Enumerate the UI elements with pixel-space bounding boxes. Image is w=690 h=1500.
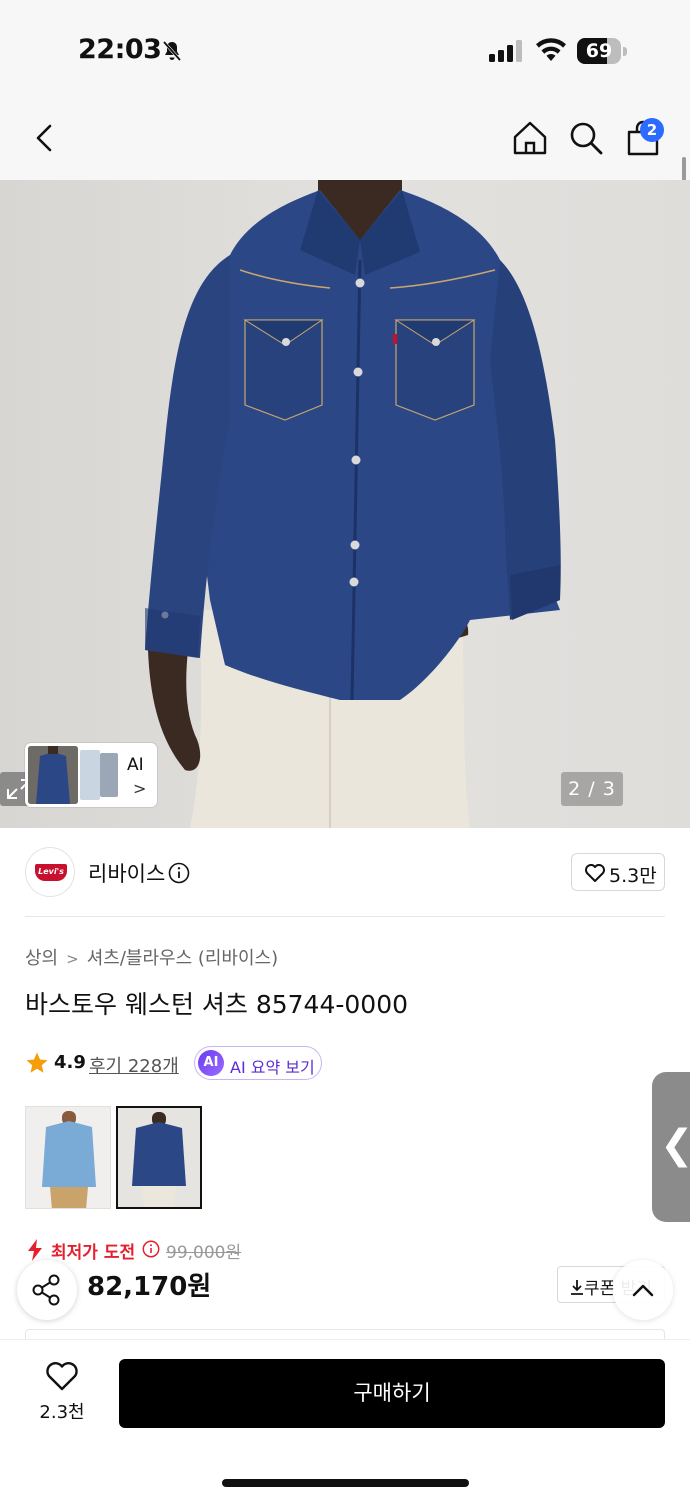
chevron-right-icon: > [133, 779, 147, 798]
brand-like-count: 5.3만 [609, 865, 657, 887]
share-button[interactable] [17, 1260, 77, 1320]
ai-summary-button[interactable]: AI AI 요약 보기 [194, 1046, 322, 1080]
product-photo [145, 180, 561, 828]
wishlist-count: 2.3천 [39, 1402, 85, 1423]
heart-icon[interactable] [45, 1360, 79, 1392]
chevron-left-icon: ❮ [660, 1122, 690, 1168]
content-card-edge [25, 1329, 665, 1339]
chevron-up-icon [632, 1284, 654, 1297]
breadcrumb-subcategory[interactable]: 셔츠/블라우스 (리바이스) [87, 948, 278, 969]
review-count-link[interactable]: 후기 228개 [89, 1052, 179, 1078]
search-icon[interactable] [566, 118, 606, 158]
brand-logo[interactable]: Levi's [25, 847, 75, 897]
breadcrumb: 상의 > 셔츠/블라우스 (리바이스) [25, 944, 278, 970]
cart-count-badge: 2 [640, 118, 664, 142]
ai-icon: AI [198, 1050, 224, 1076]
wifi-icon [536, 38, 566, 61]
back-arrow-icon[interactable] [24, 118, 64, 158]
product-title: 바스토우 웨스턴 셔츠 85744-0000 [25, 990, 409, 1019]
heart-icon [585, 864, 605, 882]
gallery-pager: 2 / 3 [561, 772, 623, 806]
brand-like-button[interactable]: 5.3만 [571, 853, 665, 891]
info-icon[interactable] [142, 1240, 160, 1258]
star-icon [26, 1052, 48, 1073]
status-time: 22:03 [78, 34, 162, 65]
home-indicator[interactable] [222, 1479, 469, 1487]
ai-summary-label: AI 요약 보기 [230, 1058, 315, 1077]
rating-row: 4.9 후기 228개 AI AI 요약 보기 [25, 1046, 425, 1080]
status-bar: 22:03 69 [0, 0, 690, 100]
thumbnail-image [100, 753, 118, 797]
divider [25, 916, 665, 917]
original-price: 99,000원 [166, 1243, 242, 1263]
info-icon[interactable] [168, 862, 190, 884]
color-swatch-light-blue[interactable] [25, 1106, 111, 1209]
lightning-icon [28, 1239, 42, 1261]
share-icon [32, 1274, 60, 1306]
thumbnail-image [28, 746, 78, 804]
chevron-right-icon: > [66, 950, 79, 968]
side-panel-tab[interactable]: ❮ [652, 1072, 690, 1222]
battery-indicator: 69 [577, 38, 627, 64]
sale-price: 82,170원 [87, 1272, 212, 1302]
scroll-to-top-button[interactable] [613, 1260, 673, 1320]
ai-label: AI [127, 755, 144, 775]
lowest-price-challenge: 최저가 도전 99,000원 [25, 1238, 325, 1263]
battery-level: 69 [585, 40, 613, 62]
bell-off-icon [162, 41, 182, 61]
cellular-signal-icon [489, 40, 522, 62]
buy-button[interactable]: 구매하기 [119, 1359, 665, 1428]
ai-image-thumbnails[interactable]: AI > [25, 743, 157, 807]
top-navigation [0, 100, 690, 180]
home-icon[interactable] [510, 118, 550, 158]
brand-name[interactable]: 리바이스 [88, 858, 165, 888]
download-icon [571, 1280, 583, 1295]
levis-logo: Levi's [35, 864, 67, 881]
rating-score: 4.9 [54, 1052, 86, 1073]
breadcrumb-category[interactable]: 상의 [25, 948, 58, 969]
product-image-gallery[interactable]: 2 / 3 [0, 180, 690, 828]
color-swatch-dark-blue[interactable] [116, 1106, 202, 1209]
thumbnail-image [80, 750, 100, 800]
